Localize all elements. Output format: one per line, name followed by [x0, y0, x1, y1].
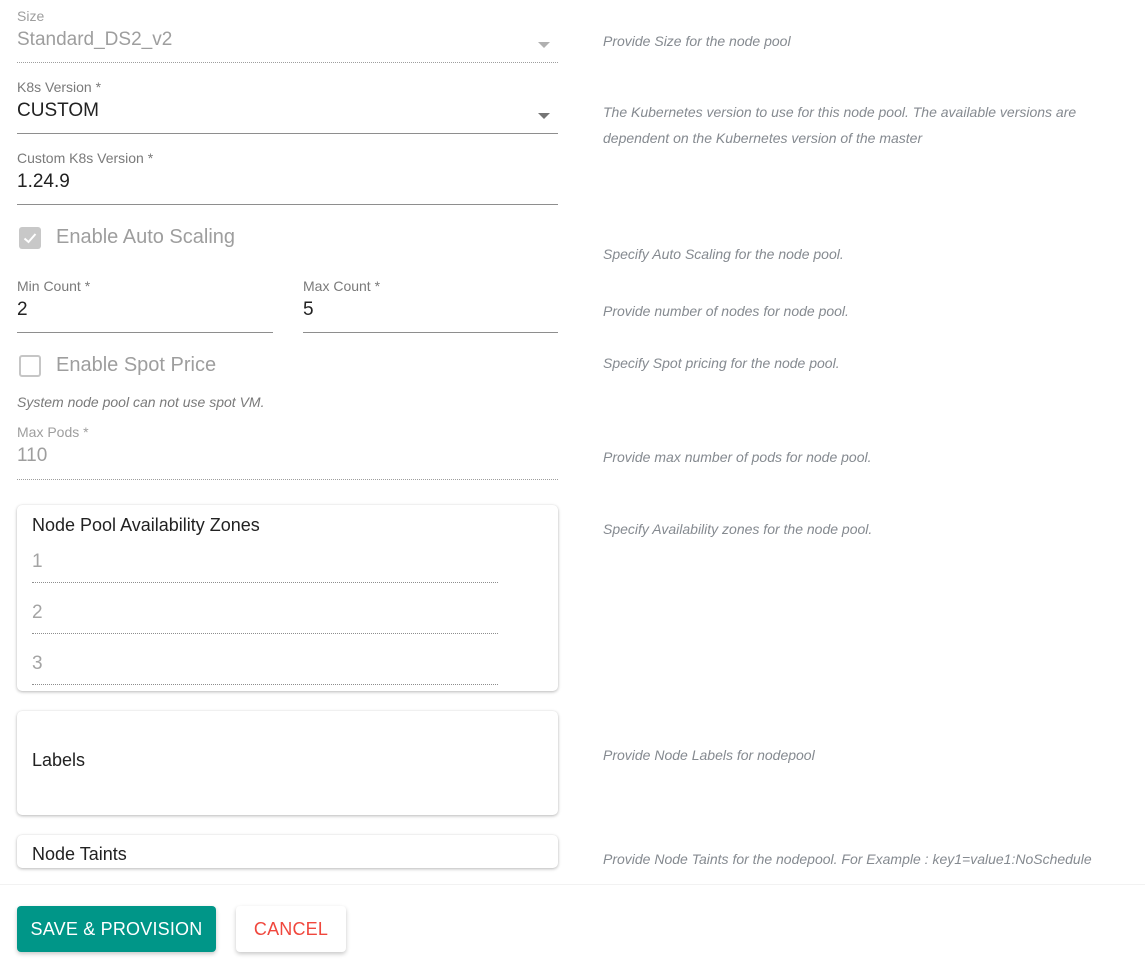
spot-price-label: Enable Spot Price	[56, 354, 217, 376]
labels-title: Labels	[32, 750, 86, 770]
zone-value: 1	[32, 551, 43, 572]
min-count-label: Min Count *	[17, 278, 91, 294]
auto-scaling-checkbox-row[interactable]: Enable Auto Scaling	[19, 226, 235, 249]
node-taints-title: Node Taints	[32, 844, 127, 864]
custom-k8s-version-input[interactable]: Custom K8s Version * 1.24.9	[17, 150, 558, 205]
form-scroll-area[interactable]: Size Standard_DS2_v2 Provide Size for th…	[0, 0, 1145, 884]
k8s-version-label: K8s Version *	[17, 79, 102, 95]
auto-scaling-help: Specify Auto Scaling for the node pool.	[603, 246, 844, 262]
min-count-input[interactable]: Min Count * 2	[17, 278, 273, 333]
zone-item[interactable]: 3	[32, 653, 498, 685]
checkmark-icon	[23, 232, 37, 243]
chevron-down-icon	[538, 42, 550, 48]
max-pods-value: 110	[17, 445, 48, 466]
size-label: Size	[17, 8, 45, 24]
max-pods-label: Max Pods *	[17, 424, 89, 440]
max-count-input[interactable]: Max Count * 5	[303, 278, 558, 333]
max-count-label: Max Count *	[303, 278, 381, 294]
zone-underline	[32, 633, 498, 634]
form-footer: SAVE & PROVISION CANCEL	[0, 884, 1145, 965]
zone-underline	[32, 684, 498, 685]
max-count-value[interactable]: 5	[303, 298, 558, 322]
max-pods-input: Max Pods * 110	[17, 424, 558, 480]
node-taints-help: Provide Node Taints for the nodepool. Fo…	[603, 851, 1092, 867]
spot-price-checkbox-row[interactable]: Enable Spot Price	[19, 354, 216, 377]
auto-scaling-checkbox[interactable]	[19, 226, 41, 249]
zone-underline	[32, 582, 498, 583]
zone-item[interactable]: 2	[32, 602, 498, 634]
node-pool-form-page: Size Standard_DS2_v2 Provide Size for th…	[0, 0, 1145, 965]
availability-zones-card: Node Pool Availability Zones 1 2 3	[17, 505, 558, 691]
labels-card[interactable]: Labels	[17, 711, 558, 815]
size-underline	[17, 62, 558, 63]
size-help: Provide Size for the node pool	[603, 33, 791, 49]
k8s-version-help: The Kubernetes version to use for this n…	[603, 104, 1077, 146]
k8s-version-select[interactable]: K8s Version * CUSTOM	[17, 79, 558, 134]
spot-price-help: Specify Spot pricing for the node pool.	[603, 355, 840, 371]
node-taints-card[interactable]: Node Taints	[17, 835, 558, 868]
spot-price-note: System node pool can not use spot VM.	[17, 394, 265, 410]
max-pods-help: Provide max number of pods for node pool…	[603, 449, 872, 465]
zone-value: 3	[32, 653, 43, 674]
k8s-version-value[interactable]: CUSTOM	[17, 99, 558, 123]
auto-scaling-label: Enable Auto Scaling	[56, 226, 236, 248]
custom-k8s-version-value[interactable]: 1.24.9	[17, 170, 558, 194]
custom-k8s-version-underline	[17, 204, 558, 205]
availability-zones-title: Node Pool Availability Zones	[32, 515, 260, 535]
min-count-underline	[17, 332, 273, 333]
min-count-value[interactable]: 2	[17, 298, 273, 322]
k8s-version-underline	[17, 133, 558, 134]
chevron-down-icon[interactable]	[538, 113, 550, 119]
size-value: Standard_DS2_v2	[17, 29, 173, 50]
node-count-help: Provide number of nodes for node pool.	[603, 303, 849, 319]
max-count-underline	[303, 332, 558, 333]
availability-zones-help: Specify Availability zones for the node …	[603, 521, 873, 537]
cancel-button[interactable]: CANCEL	[236, 906, 346, 952]
custom-k8s-version-label: Custom K8s Version *	[17, 150, 154, 166]
max-pods-underline	[17, 479, 558, 480]
save-and-provision-button[interactable]: SAVE & PROVISION	[17, 906, 216, 952]
zone-value: 2	[32, 602, 43, 623]
spot-price-checkbox[interactable]	[19, 354, 41, 377]
zone-item[interactable]: 1	[32, 551, 498, 583]
labels-help: Provide Node Labels for nodepool	[603, 747, 815, 763]
size-select: Size Standard_DS2_v2	[17, 8, 558, 63]
